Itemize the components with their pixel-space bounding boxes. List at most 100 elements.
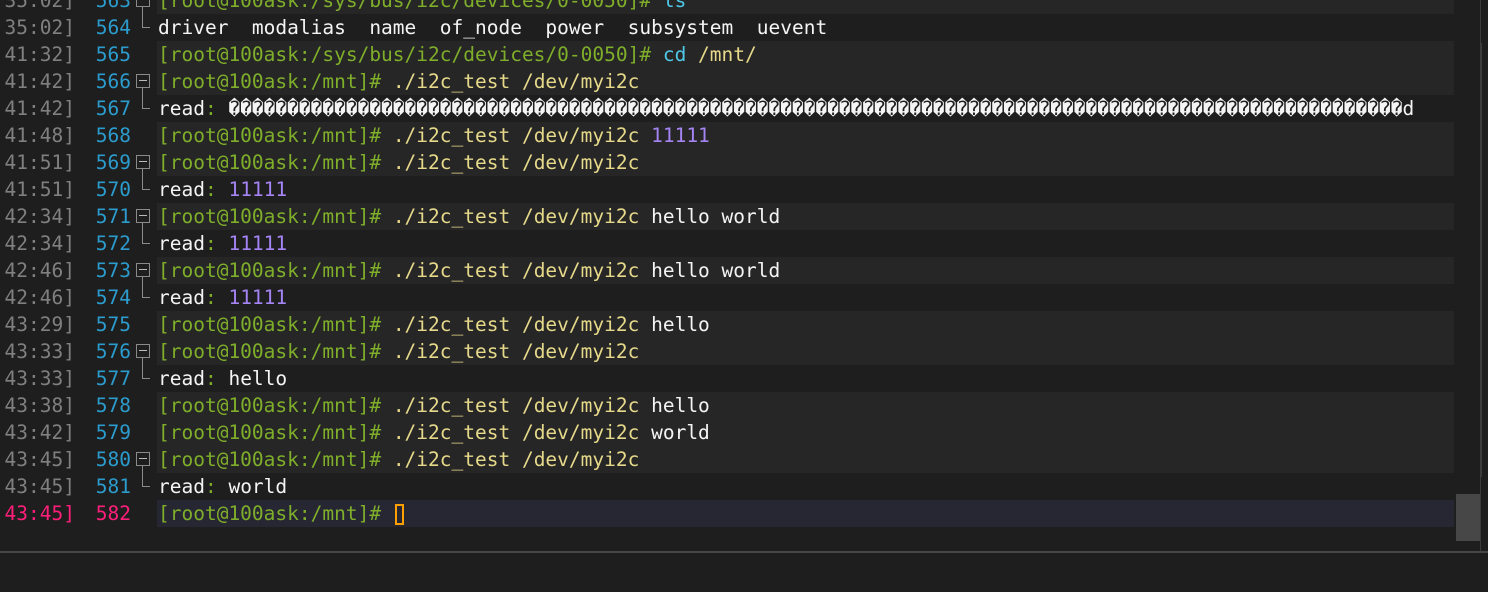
text-segment: ./i2c_test /dev/myi2c — [392, 124, 652, 147]
timestamp: :41:51] — [0, 178, 75, 201]
terminal-line: :43:33] 576 [root@100ask:/mnt]# ./i2c_test… — [0, 338, 1454, 365]
fold-line — [142, 223, 143, 230]
line-text: [root@100ask:/mnt]# ./i2c_test /dev/myi2… — [158, 392, 710, 419]
fold-line — [142, 243, 150, 244]
line-text: [root@100ask:/mnt]# ./i2c_test /dev/myi2… — [158, 419, 710, 446]
fold-line — [142, 7, 143, 14]
fold-end-icon — [136, 284, 152, 311]
minus-box-icon — [136, 0, 150, 7]
timestamp: :42:34] — [0, 205, 75, 228]
fold-line — [142, 358, 143, 365]
text-segment: : — [204, 286, 229, 309]
timestamp: :41:42] — [0, 97, 75, 120]
line-number: 572 — [95, 232, 131, 255]
text-segment: ./i2c_test /dev/myi2c — [392, 448, 640, 471]
line-number: 568 — [95, 124, 131, 147]
line-number: 582 — [95, 502, 131, 525]
line-text: [root@100ask:/sys/bus/i2c/devices/0-0050… — [158, 0, 686, 14]
line-number: 564 — [95, 16, 131, 39]
text-segment: 11111 — [228, 178, 288, 201]
fold-collapse-icon[interactable] — [136, 68, 152, 95]
text-segment: read — [158, 286, 205, 309]
minus-box-icon — [136, 155, 150, 169]
line-number: 579 — [95, 421, 131, 444]
fold-collapse-icon[interactable] — [136, 203, 152, 230]
text-segment: ����������������������������������������… — [228, 97, 1415, 120]
terminal-line: :35:02] 564 driver modalias name of_node p… — [0, 14, 1454, 41]
line-background — [157, 284, 1454, 311]
minus-box-icon — [136, 344, 150, 358]
line-text: read: world — [158, 473, 287, 500]
timestamp: :41:51] — [0, 151, 75, 174]
line-number: 578 — [95, 394, 131, 417]
timestamp: :43:29] — [0, 313, 75, 336]
terminal-output[interactable]: :35:02] 563 [root@100ask:/sys/bus/i2c/devi… — [0, 0, 1454, 551]
timestamp: :42:46] — [0, 259, 75, 282]
text-segment: cd — [662, 43, 687, 66]
terminal-line: :42:46] 573 [root@100ask:/mnt]# ./i2c_test… — [0, 257, 1454, 284]
line-background — [157, 473, 1454, 500]
text-segment: hello world — [651, 259, 781, 282]
text-segment: driver modalias name of_node power subsy… — [158, 16, 828, 39]
minus-box-icon — [136, 209, 150, 223]
text-segment: world — [228, 475, 288, 498]
timestamp: :43:45] — [0, 448, 75, 471]
fold-collapse-icon[interactable] — [136, 0, 152, 14]
fold-line — [142, 189, 150, 190]
terminal-line: :42:46] 574 read: 11111 — [0, 284, 1454, 311]
terminal-line: :41:51] 569 [root@100ask:/mnt]# ./i2c_test… — [0, 149, 1454, 176]
text-segment: /mnt/ — [686, 43, 757, 66]
timestamp: :41:48] — [0, 124, 75, 147]
terminal-line: :43:42] 579 [root@100ask:/mnt]# ./i2c_test… — [0, 419, 1454, 446]
text-segment: ./i2c_test /dev/myi2c — [392, 421, 652, 444]
text-segment: 11111 — [228, 286, 288, 309]
line-background — [157, 365, 1454, 392]
fold-end-icon — [136, 473, 152, 500]
text-segment: read — [158, 97, 205, 120]
terminal-line: :41:51] 570 read: 11111 — [0, 176, 1454, 203]
terminal-line: :43:45] 580 [root@100ask:/mnt]# ./i2c_test… — [0, 446, 1454, 473]
fold-collapse-icon[interactable] — [136, 257, 152, 284]
text-segment: 11111 — [651, 124, 710, 147]
text-segment: [root@100ask:/mnt]# — [158, 502, 393, 525]
scrollbar-thumb[interactable] — [1456, 494, 1480, 541]
text-segment: ./i2c_test /dev/myi2c — [392, 151, 640, 174]
fold-end-icon — [136, 365, 152, 392]
fold-line — [142, 378, 150, 379]
line-number: 581 — [95, 475, 131, 498]
fold-collapse-icon[interactable] — [136, 338, 152, 365]
fold-line — [142, 27, 150, 28]
timestamp: :43:42] — [0, 421, 75, 444]
timestamp: :43:38] — [0, 394, 75, 417]
fold-line — [142, 176, 143, 190]
text-segment: [root@100ask:/mnt]# — [158, 448, 393, 471]
terminal-line: :42:34] 571 [root@100ask:/mnt]# ./i2c_test… — [0, 203, 1454, 230]
fold-collapse-icon[interactable] — [136, 149, 152, 176]
text-segment: hello — [651, 394, 710, 417]
terminal-line: :43:38] 578 [root@100ask:/mnt]# ./i2c_test… — [0, 392, 1454, 419]
fold-line — [142, 473, 143, 487]
line-background — [157, 230, 1454, 257]
vertical-scrollbar[interactable] — [1454, 0, 1480, 551]
text-segment: [root@100ask:/mnt]# — [158, 124, 393, 147]
text-segment: : — [204, 232, 229, 255]
line-text: [root@100ask:/sys/bus/i2c/devices/0-0050… — [158, 41, 757, 68]
line-text: read: 11111 — [158, 284, 287, 311]
text-segment: read — [158, 367, 205, 390]
text-segment: : — [204, 97, 229, 120]
terminal-line: :41:42] 566 [root@100ask:/mnt]# ./i2c_test… — [0, 68, 1454, 95]
text-segment: [root@100ask:/mnt]# — [158, 259, 393, 282]
text-cursor[interactable] — [394, 504, 404, 525]
text-segment: ./i2c_test /dev/myi2c — [392, 394, 652, 417]
timestamp: :42:34] — [0, 232, 75, 255]
timestamp: :42:46] — [0, 286, 75, 309]
text-segment: 11111 — [228, 232, 288, 255]
fold-collapse-icon[interactable] — [136, 446, 152, 473]
line-text: [root@100ask:/mnt]# ./i2c_test /dev/myi2… — [158, 149, 639, 176]
line-number: 567 — [95, 97, 131, 120]
fold-line — [142, 486, 150, 487]
line-number: 573 — [95, 259, 131, 282]
minus-box-icon — [136, 452, 150, 466]
line-text: [root@100ask:/mnt]# ./i2c_test /dev/myi2… — [158, 68, 639, 95]
line-number: 575 — [95, 313, 131, 336]
